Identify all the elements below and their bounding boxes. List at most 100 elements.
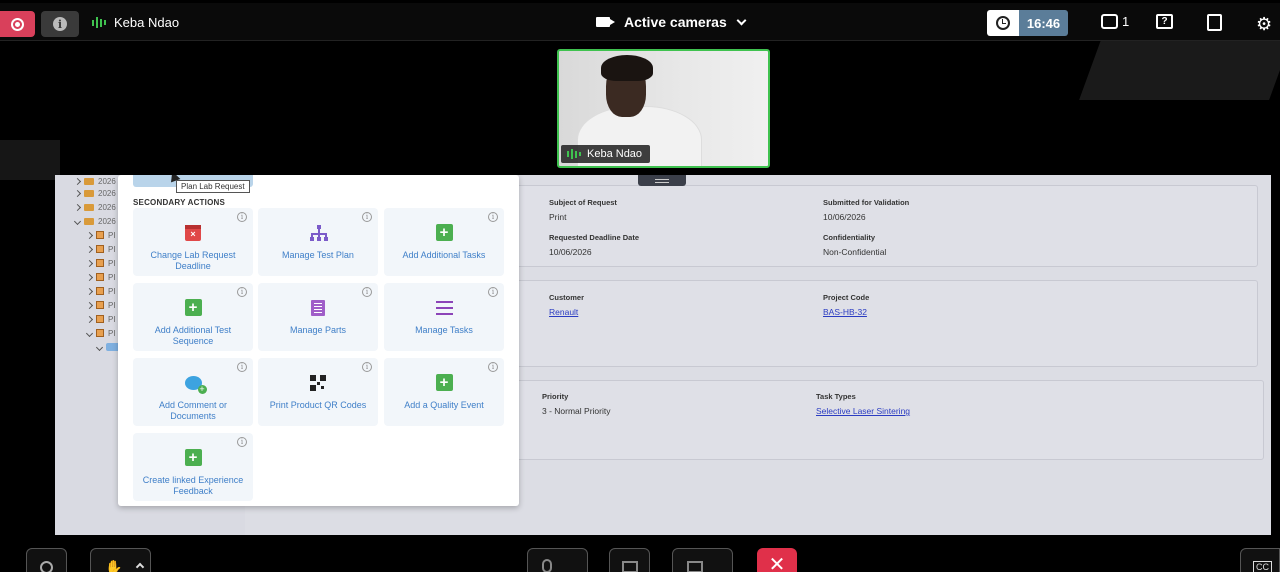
- section-title: SECONDARY ACTIONS: [133, 198, 226, 207]
- hang-up-button[interactable]: ✕: [757, 548, 797, 572]
- project-code-link[interactable]: BAS-HB-32: [823, 307, 869, 317]
- info-icon[interactable]: i: [488, 287, 498, 297]
- document-icon: [96, 301, 104, 309]
- background-effects-button[interactable]: [26, 548, 67, 572]
- action-manage-tasks[interactable]: i Manage Tasks: [384, 283, 504, 351]
- tree-item[interactable]: 2026: [73, 187, 116, 199]
- plus-icon: +: [184, 299, 202, 316]
- chevron-down-icon: [73, 217, 82, 225]
- document-icon: [96, 329, 104, 337]
- plus-icon: +: [435, 224, 453, 241]
- deadline-field: Requested Deadline Date 10/06/2026: [549, 233, 639, 257]
- field-value: 3 - Normal Priority: [542, 406, 611, 416]
- tree-item[interactable]: PI: [85, 271, 116, 283]
- audio-level-icon: [567, 148, 581, 160]
- help-button[interactable]: ?: [1156, 14, 1173, 29]
- timer-value: 16:46: [1019, 10, 1068, 36]
- folder-icon: [84, 189, 94, 197]
- tree-item-selected[interactable]: [95, 341, 120, 353]
- background-shape: [0, 140, 60, 180]
- screen-share-button[interactable]: [609, 548, 650, 572]
- info-icon[interactable]: i: [237, 362, 247, 372]
- tasks-icon: [435, 300, 453, 315]
- confidentiality-field: Confidentiality Non-Confidential: [823, 233, 886, 257]
- microphone-button[interactable]: [527, 548, 588, 572]
- document-icon: [96, 273, 104, 281]
- info-icon[interactable]: i: [237, 287, 247, 297]
- gear-icon: ⚙: [1256, 14, 1273, 34]
- info-icon[interactable]: i: [362, 362, 372, 372]
- info-icon[interactable]: i: [237, 212, 247, 222]
- chevron-right-icon: [85, 259, 94, 267]
- tree-item[interactable]: PI: [85, 229, 116, 241]
- camera-icon: [596, 17, 615, 27]
- document-icon: [96, 245, 104, 253]
- action-manage-test-plan[interactable]: i Manage Test Plan: [258, 208, 378, 276]
- info-icon[interactable]: i: [488, 212, 498, 222]
- meeting-info-button[interactable]: i: [41, 11, 79, 37]
- field-label: Subject of Request: [549, 198, 617, 207]
- field-label: Task Types: [816, 392, 856, 401]
- info-icon[interactable]: i: [362, 212, 372, 222]
- notes-button[interactable]: [1207, 14, 1222, 31]
- field-label: Submitted for Validation: [823, 198, 910, 207]
- camera-button[interactable]: [672, 548, 733, 572]
- chevron-right-icon: [85, 245, 94, 253]
- captions-button[interactable]: CC: [1240, 548, 1280, 572]
- help-icon: ?: [1156, 14, 1173, 29]
- chevron-right-icon: [73, 177, 82, 185]
- info-icon[interactable]: i: [237, 437, 247, 447]
- record-button[interactable]: [0, 11, 35, 37]
- plus-icon: +: [184, 449, 202, 466]
- tree-item[interactable]: PI: [85, 327, 116, 339]
- field-label: Requested Deadline Date: [549, 233, 640, 242]
- task-types-link[interactable]: Selective Laser Sintering: [816, 406, 910, 416]
- submitted-field: Submitted for Validation 10/06/2026: [823, 198, 909, 222]
- tree-item[interactable]: 2026: [73, 201, 116, 213]
- action-add-test-sequence[interactable]: i + Add Additional Test Sequence: [133, 283, 253, 351]
- field-label: Priority: [542, 392, 569, 401]
- field-label: Project Code: [823, 293, 870, 302]
- participant-video-feed: [601, 55, 653, 81]
- tree-item[interactable]: PI: [85, 243, 116, 255]
- tree-item[interactable]: 2026: [73, 175, 116, 187]
- active-speaker-name: Keba Ndao: [114, 15, 180, 30]
- action-print-qr-codes[interactable]: i Print Product QR Codes: [258, 358, 378, 426]
- share-drag-handle[interactable]: [638, 175, 686, 186]
- top-bar: i Keba Ndao Active cameras 16:46 1 ? ⚙: [0, 3, 1280, 41]
- action-add-quality-event[interactable]: i + Add a Quality Event: [384, 358, 504, 426]
- action-label: Manage Parts: [289, 325, 347, 335]
- chat-button[interactable]: 1: [1101, 14, 1129, 29]
- secondary-actions-popup: Plan Lab Request SECONDARY ACTIONS i × C…: [118, 175, 519, 506]
- info-icon[interactable]: i: [488, 362, 498, 372]
- action-label: Add Additional Tasks: [402, 250, 486, 260]
- settings-button[interactable]: ⚙: [1256, 14, 1272, 35]
- captions-icon: CC: [1253, 561, 1272, 572]
- tree-item-label: PI: [108, 258, 116, 268]
- action-create-experience-feedback[interactable]: i + Create linked Experience Feedback: [133, 433, 253, 501]
- screen-share-off-icon: [622, 561, 638, 572]
- tree-item[interactable]: PI: [85, 257, 116, 269]
- clock-icon: [987, 10, 1019, 36]
- view-selector[interactable]: Active cameras: [596, 14, 747, 30]
- participant-video-tile[interactable]: Keba Ndao: [557, 49, 770, 168]
- tree-item[interactable]: PI: [85, 313, 116, 325]
- action-add-additional-tasks[interactable]: i + Add Additional Tasks: [384, 208, 504, 276]
- chevron-right-icon: [85, 287, 94, 295]
- action-label: Print Product QR Codes: [269, 400, 367, 410]
- tree-item[interactable]: 2026: [73, 215, 116, 227]
- customer-link[interactable]: Renault: [549, 307, 584, 317]
- tree-item[interactable]: PI: [85, 285, 116, 297]
- camera-off-icon: [687, 561, 703, 572]
- meeting-timer[interactable]: 16:46: [987, 10, 1068, 36]
- action-manage-parts[interactable]: i Manage Parts: [258, 283, 378, 351]
- tree-item[interactable]: PI: [85, 299, 116, 311]
- calendar-delete-icon: ×: [185, 224, 201, 241]
- field-label: Customer: [549, 293, 585, 302]
- raise-hand-button[interactable]: ✋: [90, 548, 151, 572]
- qr-code-icon: [310, 374, 326, 391]
- video-call-window: i Keba Ndao Active cameras 16:46 1 ? ⚙ K…: [0, 0, 1280, 572]
- action-change-deadline[interactable]: i × Change Lab Request Deadline: [133, 208, 253, 276]
- action-add-comment[interactable]: i Add Comment or Documents: [133, 358, 253, 426]
- info-icon[interactable]: i: [362, 287, 372, 297]
